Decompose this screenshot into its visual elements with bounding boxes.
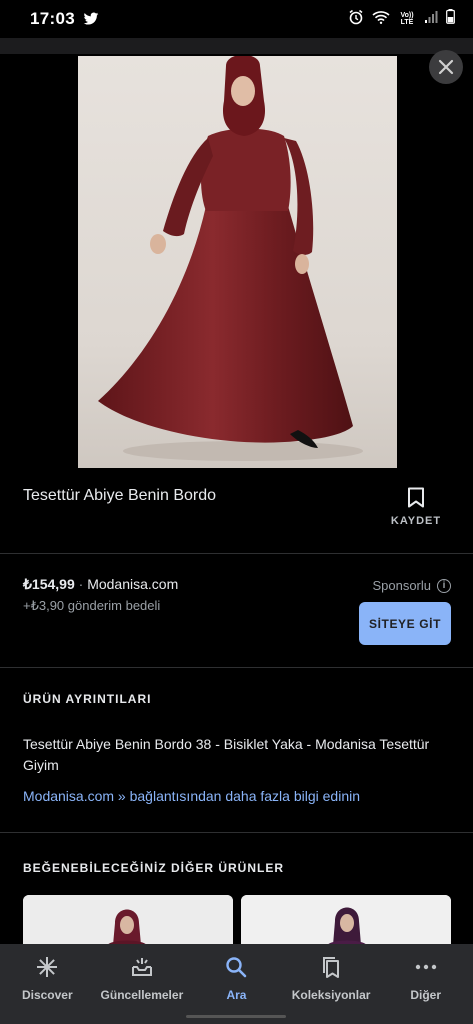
price-merchant-line: ₺154,99 · Modanisa.com (23, 576, 178, 593)
volte-label: Vo)) LTE (400, 12, 414, 26)
save-label: KAYDET (390, 515, 442, 527)
asterisk-icon (34, 954, 60, 980)
nav-label: Güncellemeler (100, 988, 184, 1002)
divider (0, 832, 473, 833)
divider (0, 667, 473, 668)
search-icon (223, 954, 249, 980)
more-info-link[interactable]: Modanisa.com » bağlantısından daha fazla… (23, 788, 360, 804)
shipping-cost: +₺3,90 gönderim bedeli (23, 598, 161, 613)
merchant-name: Modanisa.com (87, 576, 179, 592)
collections-icon (318, 954, 344, 980)
gesture-bar (186, 1015, 286, 1018)
save-button[interactable]: KAYDET (390, 487, 442, 527)
close-icon (438, 59, 454, 75)
nav-label: Discover (21, 988, 73, 1002)
twitter-notification-icon (83, 12, 99, 26)
product-description: Tesettür Abiye Benin Bordo 38 - Bisiklet… (23, 736, 430, 773)
more-icon (413, 954, 439, 980)
price-separator: · (74, 576, 88, 592)
close-button[interactable] (429, 50, 463, 84)
product-title: Tesettür Abiye Benin Bordo (23, 487, 217, 504)
nav-search[interactable]: Ara (189, 944, 284, 1024)
battery-icon (446, 9, 455, 29)
status-time: 17:03 (30, 9, 75, 28)
sponsored-label-group[interactable]: Sponsorlu i (372, 578, 451, 593)
visit-site-button[interactable]: SİTEYE GİT (359, 602, 451, 645)
alarm-icon (348, 9, 364, 30)
related-heading: BEĞENEBİLECEĞİNİZ DİĞER ÜRÜNLER (23, 861, 285, 875)
divider (0, 553, 473, 554)
nav-label: Ara (226, 988, 247, 1002)
bottom-navigation: Discover Güncellemeler Ara Koleksiyonlar… (0, 944, 473, 1024)
product-title-row: Tesettür Abiye Benin Bordo (23, 487, 453, 505)
status-icons: Vo)) LTE (348, 9, 455, 30)
nav-label: Koleksiyonlar (291, 988, 371, 1002)
signal-icon (424, 10, 438, 29)
nav-updates[interactable]: Güncellemeler (95, 944, 190, 1024)
updates-icon (129, 954, 155, 980)
nav-more[interactable]: Diğer (378, 944, 473, 1024)
nav-label: Diğer (410, 988, 442, 1002)
nav-discover[interactable]: Discover (0, 944, 95, 1024)
nav-collections[interactable]: Koleksiyonlar (284, 944, 379, 1024)
sheet-handle-area (0, 38, 473, 54)
info-icon[interactable]: i (437, 578, 451, 593)
details-heading: ÜRÜN AYRINTILARI (23, 692, 152, 706)
sponsored-label: Sponsorlu (372, 578, 431, 593)
price: ₺154,99 (23, 576, 75, 592)
product-image[interactable] (78, 56, 397, 468)
wifi-icon (372, 10, 390, 29)
bookmark-icon (408, 487, 424, 508)
status-bar: 17:03 Vo)) LTE (0, 0, 473, 38)
